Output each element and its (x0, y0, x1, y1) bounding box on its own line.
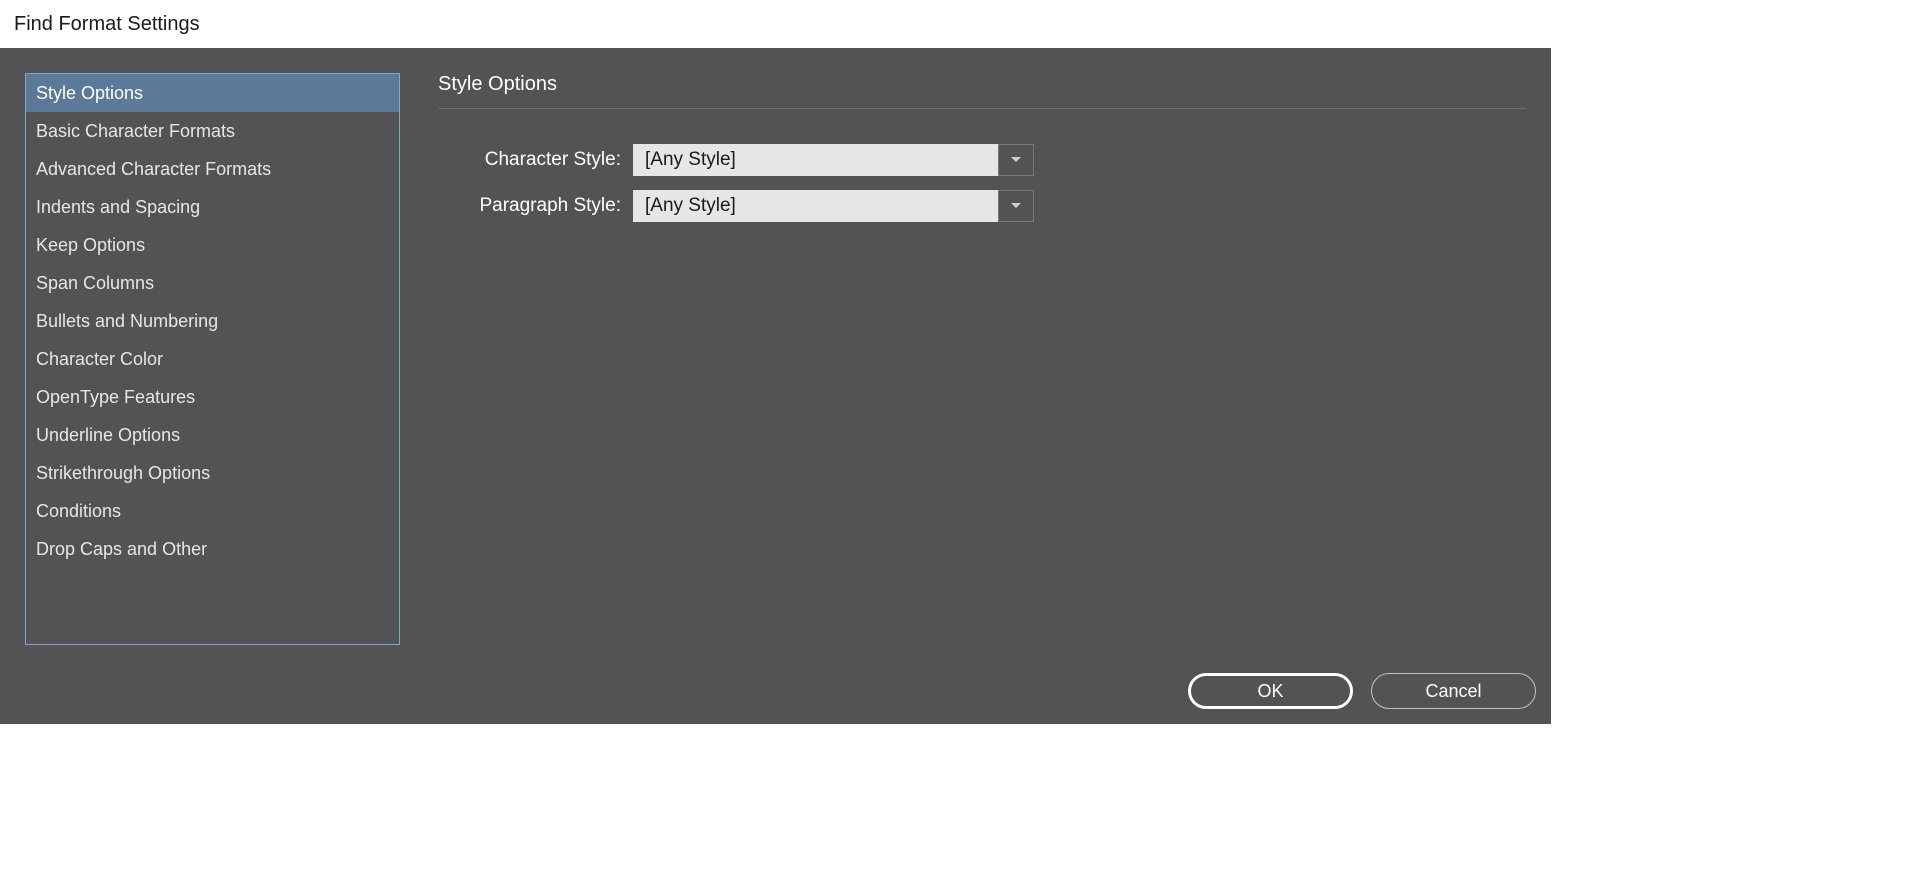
sidebar-item-style-options[interactable]: Style Options (26, 74, 399, 112)
sidebar-item-basic-character-formats[interactable]: Basic Character Formats (26, 112, 399, 150)
sidebar-item-opentype-features[interactable]: OpenType Features (26, 378, 399, 416)
field-row-paragraph-style: Paragraph Style: [Any Style] (438, 190, 1526, 222)
ok-button-label: OK (1257, 681, 1283, 702)
paragraph-style-label: Paragraph Style: (438, 195, 633, 217)
sidebar-item-label: Drop Caps and Other (36, 539, 207, 560)
sidebar-item-span-columns[interactable]: Span Columns (26, 264, 399, 302)
sidebar-item-underline-options[interactable]: Underline Options (26, 416, 399, 454)
sidebar-item-keep-options[interactable]: Keep Options (26, 226, 399, 264)
paragraph-style-dropdown-button[interactable] (998, 190, 1034, 222)
sidebar-item-label: Span Columns (36, 273, 154, 294)
sidebar-item-label: Underline Options (36, 425, 180, 446)
chevron-down-icon (1010, 197, 1022, 215)
dialog-buttons: OK Cancel (1188, 673, 1536, 709)
sidebar-item-label: Strikethrough Options (36, 463, 210, 484)
sidebar-item-label: Keep Options (36, 235, 145, 256)
paragraph-style-value: [Any Style] (633, 190, 998, 222)
character-style-dropdown[interactable]: [Any Style] (633, 144, 1034, 176)
sidebar-item-label: Basic Character Formats (36, 121, 235, 142)
sidebar-item-indents-and-spacing[interactable]: Indents and Spacing (26, 188, 399, 226)
chevron-down-icon (1010, 151, 1022, 169)
cancel-button[interactable]: Cancel (1371, 673, 1536, 709)
character-style-dropdown-button[interactable] (998, 144, 1034, 176)
sidebar-item-strikethrough-options[interactable]: Strikethrough Options (26, 454, 399, 492)
sidebar-item-conditions[interactable]: Conditions (26, 492, 399, 530)
sidebar-item-label: OpenType Features (36, 387, 195, 408)
sidebar-item-label: Advanced Character Formats (36, 159, 271, 180)
dialog-window: Find Format Settings Style Options Basic… (0, 0, 1551, 724)
dialog-body: Style Options Basic Character Formats Ad… (0, 48, 1551, 724)
sidebar-item-label: Style Options (36, 83, 143, 104)
titlebar: Find Format Settings (0, 0, 1551, 48)
sidebar-item-label: Character Color (36, 349, 163, 370)
character-style-label: Character Style: (438, 149, 633, 171)
field-row-character-style: Character Style: [Any Style] (438, 144, 1526, 176)
sidebar-item-advanced-character-formats[interactable]: Advanced Character Formats (26, 150, 399, 188)
dialog-title: Find Format Settings (14, 13, 200, 36)
sidebar-item-drop-caps-and-other[interactable]: Drop Caps and Other (26, 530, 399, 568)
sidebar-item-label: Conditions (36, 501, 121, 522)
main-panel: Style Options Character Style: [Any Styl… (438, 73, 1526, 236)
character-style-value: [Any Style] (633, 144, 998, 176)
sidebar-item-label: Bullets and Numbering (36, 311, 218, 332)
cancel-button-label: Cancel (1425, 681, 1481, 702)
sidebar-item-label: Indents and Spacing (36, 197, 200, 218)
paragraph-style-dropdown[interactable]: [Any Style] (633, 190, 1034, 222)
ok-button[interactable]: OK (1188, 673, 1353, 709)
panel-heading: Style Options (438, 73, 1526, 109)
sidebar-item-bullets-and-numbering[interactable]: Bullets and Numbering (26, 302, 399, 340)
sidebar-item-character-color[interactable]: Character Color (26, 340, 399, 378)
category-sidebar: Style Options Basic Character Formats Ad… (25, 73, 400, 645)
